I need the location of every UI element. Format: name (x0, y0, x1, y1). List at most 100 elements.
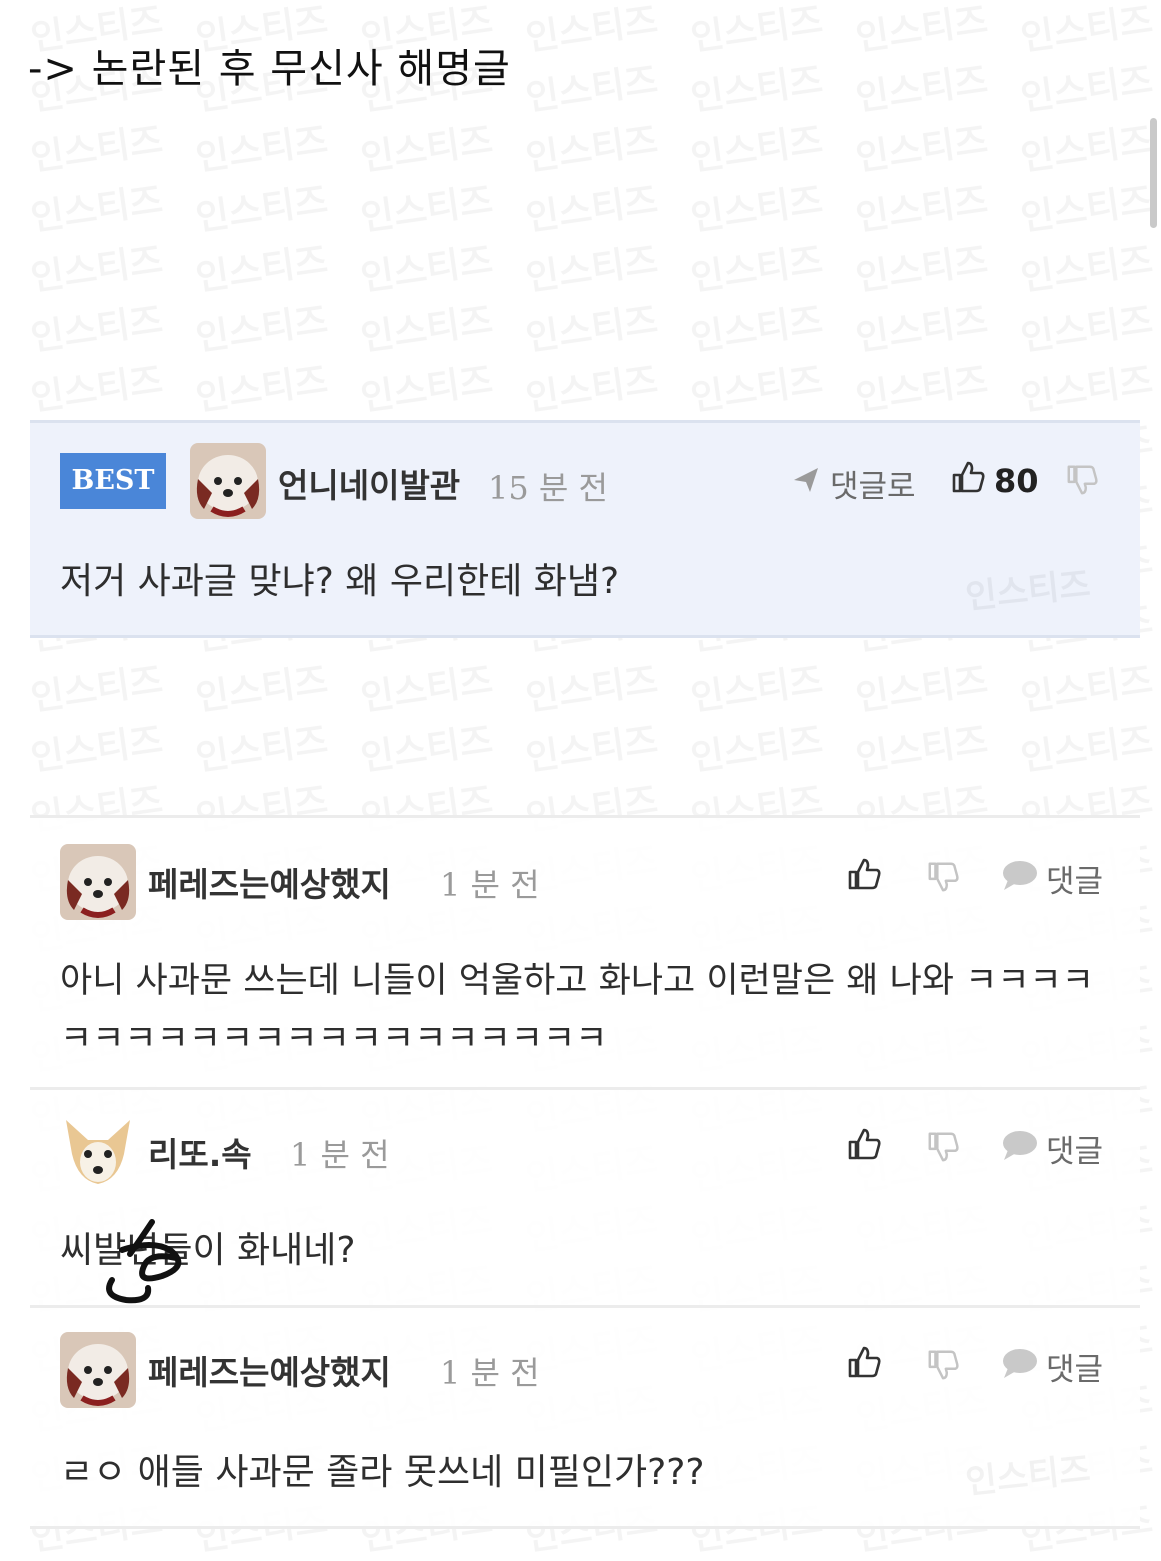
watermark-tile: 인스티즈 (852, 231, 990, 301)
puppy-avatar-icon (60, 1332, 136, 1408)
comment-item: 페레즈는예상했지 1 분 전 댓글 아니 사과문 쓰는데 니들이 억울하고 화나… (30, 815, 1140, 1090)
watermark-tile: 인스티즈 (687, 651, 825, 721)
thumbs-down-icon (1065, 463, 1099, 505)
watermark-tile: 인스티즈 (522, 51, 660, 121)
watermark-tile: 인스티즈 (522, 231, 660, 301)
watermark-tile: 인스티즈 (27, 651, 165, 721)
watermark-tile: 인스티즈 (192, 651, 330, 721)
watermark-tile: 인스티즈 (192, 171, 330, 241)
watermark-tile: 인스티즈 (192, 351, 330, 421)
watermark-tile: 인스티즈 (1017, 111, 1155, 181)
watermark-tile: 인스티즈 (357, 351, 495, 421)
nickname[interactable]: 언니네이발관 (278, 459, 460, 507)
nickname[interactable]: 페레즈는예상했지 (148, 858, 391, 906)
watermark-tile: 인스티즈 (1017, 0, 1155, 61)
like-button[interactable] (846, 1344, 882, 1388)
watermark-tile: 인스티즈 (852, 51, 990, 121)
watermark-tile: 인스티즈 (687, 711, 825, 781)
watermark-tile: 인스티즈 (687, 51, 825, 121)
watermark-tile: 인스티즈 (522, 291, 660, 361)
reply-button[interactable]: 댓글 (1000, 1126, 1103, 1171)
dislike-button[interactable] (926, 1348, 960, 1390)
comment-item: 리또.속 1 분 전 댓글 씨발년들이 화내네? (30, 1087, 1140, 1308)
send-arrow-icon (790, 464, 822, 504)
watermark-tile: 인스티즈 (27, 711, 165, 781)
watermark-tile: 인스티즈 (1017, 711, 1155, 781)
comment-text: 아니 사과문 쓰는데 니들이 억울하고 화나고 이런말은 왜 나와 ㅋㅋㅋㅋㅋㅋ… (60, 961, 1094, 1059)
like-button[interactable]: 80 (950, 459, 1039, 503)
reply-button[interactable]: 댓글 (1000, 1344, 1103, 1389)
page-title: -> 논란된 후 무신사 해명글 (28, 46, 511, 92)
watermark-tile: 인스티즈 (852, 351, 990, 421)
best-comment: BEST 언니네이발관 15 분 전 댓글로 80 저거 사과글 맞냐? 왜 우… (30, 420, 1140, 638)
best-badge: BEST (60, 453, 166, 509)
thumbs-up-icon (846, 1344, 882, 1388)
reply-label: 댓글 (1046, 864, 1104, 900)
like-button[interactable] (846, 1126, 882, 1170)
dislike-button[interactable] (1065, 463, 1099, 505)
reply-button[interactable]: 댓글 (1000, 856, 1103, 901)
reply-label: 댓글로 (830, 469, 916, 505)
scrollbar[interactable] (1150, 118, 1157, 228)
watermark-tile: 인스티즈 (1017, 51, 1155, 121)
watermark-tile: 인스티즈 (27, 231, 165, 301)
watermark-tile: 인스티즈 (687, 0, 825, 61)
thumbs-up-icon (950, 459, 986, 503)
reply-button[interactable]: 댓글로 (790, 461, 916, 506)
watermark-tile: 인스티즈 (357, 651, 495, 721)
reply-label: 댓글 (1046, 1352, 1104, 1388)
timestamp: 15 분 전 (488, 469, 608, 507)
watermark-tile: 인스티즈 (522, 651, 660, 721)
watermark-tile: 인스티즈 (1017, 291, 1155, 361)
watermark-tile: 인스티즈 (27, 111, 165, 181)
watermark-tile: 인스티즈 (852, 111, 990, 181)
watermark-tile: 인스티즈 (1017, 171, 1155, 241)
watermark-tile: 인스티즈 (852, 171, 990, 241)
puppy-avatar-icon (190, 443, 266, 519)
puppy-avatar-icon (60, 844, 136, 920)
watermark-tile: 인스티즈 (357, 111, 495, 181)
watermark-tile: 인스티즈 (852, 291, 990, 361)
watermark-tile: 인스티즈 (852, 0, 990, 61)
watermark-tile: 인스티즈 (522, 351, 660, 421)
watermark-tile: 인스티즈 (192, 291, 330, 361)
watermark-tile: 인스티즈 (27, 351, 165, 421)
watermark-tile: 인스티즈 (357, 711, 495, 781)
thumbs-down-icon (926, 860, 960, 902)
watermark-tile: 인스티즈 (522, 171, 660, 241)
like-count: 80 (994, 462, 1039, 500)
thumbs-down-icon (926, 1348, 960, 1390)
speech-bubble-icon (1000, 858, 1038, 900)
dislike-button[interactable] (926, 1130, 960, 1172)
speech-bubble-icon (1000, 1346, 1038, 1388)
watermark-tile: 인스티즈 (852, 651, 990, 721)
watermark-tile: 인스티즈 (27, 171, 165, 241)
watermark-tile: 인스티즈 (522, 0, 660, 61)
like-button[interactable] (846, 856, 882, 900)
comment-text: 저거 사과글 맞냐? 왜 우리한테 화냄? (60, 561, 620, 602)
reply-label: 댓글 (1046, 1134, 1104, 1170)
watermark-tile: 인스티즈 (687, 231, 825, 301)
speech-bubble-icon (1000, 1128, 1038, 1170)
watermark-tile: 인스티즈 (687, 291, 825, 361)
watermark-tile: 인스티즈 (1017, 351, 1155, 421)
nickname[interactable]: 페레즈는예상했지 (148, 1346, 391, 1394)
thumbs-down-icon (926, 1130, 960, 1172)
watermark-tile: 인스티즈 (687, 351, 825, 421)
watermark-tile: 인스티즈 (852, 711, 990, 781)
fox-dog-avatar-icon (60, 1114, 136, 1190)
watermark-tile: 인스티즈 (1017, 231, 1155, 301)
watermark-tile: 인스티즈 (522, 711, 660, 781)
watermark-tile: 인스티즈 (522, 111, 660, 181)
watermark-tile: 인스티즈 (27, 291, 165, 361)
watermark-tile: 인스티즈 (192, 111, 330, 181)
watermark-tile: 인스티즈 (687, 171, 825, 241)
nickname[interactable]: 리또.속 (148, 1128, 252, 1176)
timestamp: 1 분 전 (290, 1136, 390, 1174)
watermark-tile: 인스티즈 (1017, 651, 1155, 721)
comment-text: ㄹㅇ 애들 사과문 졸라 못쓰네 미필인가??? (60, 1452, 705, 1493)
timestamp: 1 분 전 (440, 866, 540, 904)
dislike-button[interactable] (926, 860, 960, 902)
watermark-tile: 인스티즈 (687, 111, 825, 181)
thumbs-up-icon (846, 1126, 882, 1170)
